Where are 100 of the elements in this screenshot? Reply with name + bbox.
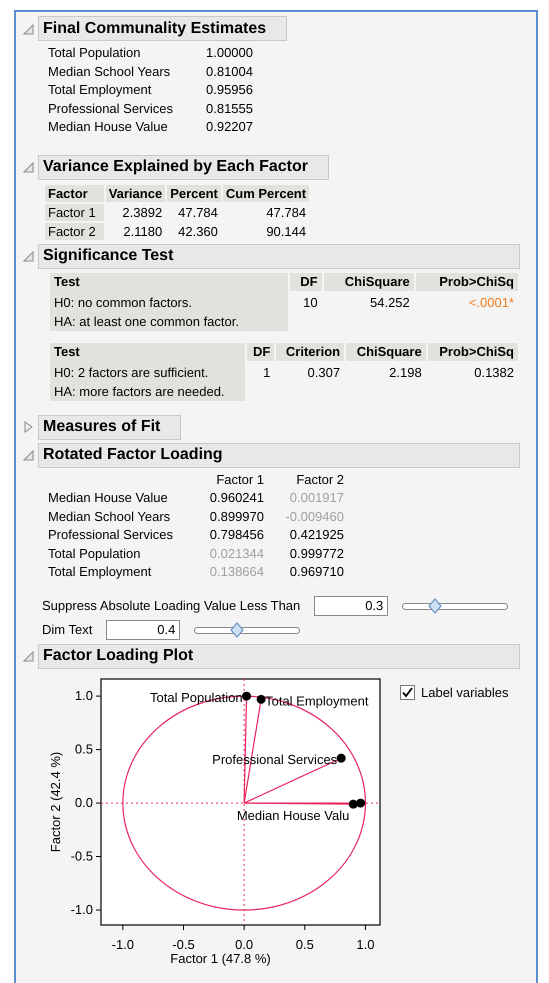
tick-label: -0.5 bbox=[70, 848, 93, 864]
column-header: Factor 1 bbox=[216, 470, 264, 488]
column-header: Prob>ChiSq bbox=[428, 342, 518, 360]
data-point bbox=[336, 753, 346, 762]
column-header: Cum Percent bbox=[222, 184, 310, 202]
value-field[interactable]: 0.4 bbox=[106, 620, 180, 640]
section-header[interactable]: Significance Test bbox=[38, 244, 520, 268]
tick-label: -1.0 bbox=[70, 902, 93, 917]
table-cell: 10 bbox=[303, 294, 318, 310]
expanded-triangle-icon[interactable] bbox=[22, 250, 34, 262]
table-cell: 0.1382 bbox=[474, 364, 514, 380]
loading-value: 0.001917 bbox=[290, 489, 344, 507]
column-header: DF bbox=[246, 342, 274, 360]
loading-value: 0.798456 bbox=[210, 526, 264, 544]
hypothesis-text: HA: at least one common factor. bbox=[54, 312, 240, 330]
check-icon bbox=[402, 686, 413, 698]
table-cell: 2.198 bbox=[389, 364, 422, 380]
table-cell-text: 47.784 bbox=[265, 204, 308, 220]
variable-label: Professional Services bbox=[48, 526, 174, 544]
loading-value: 0.421925 bbox=[290, 526, 344, 544]
checkbox-label: Label variables bbox=[421, 684, 508, 700]
data-point bbox=[256, 694, 266, 704]
tick-label: 1.0 bbox=[356, 936, 374, 952]
column-header: Test bbox=[50, 342, 245, 360]
data-point bbox=[356, 798, 366, 808]
row-header: Factor 2 bbox=[45, 222, 104, 240]
variable-label: Total Employment bbox=[48, 563, 152, 581]
estimate-value: 0.81555 bbox=[206, 100, 253, 118]
column-header: Factor 2 bbox=[296, 470, 344, 488]
expanded-triangle-icon[interactable] bbox=[22, 161, 34, 173]
data-point bbox=[348, 799, 358, 808]
column-header: Criterion bbox=[276, 342, 344, 360]
column-header: DF bbox=[290, 272, 322, 290]
column-header: Factor bbox=[45, 184, 104, 202]
table-cell-text: 90.144 bbox=[265, 222, 308, 240]
estimate-value: 0.92207 bbox=[206, 118, 253, 136]
variable-label: Total Population bbox=[48, 44, 142, 62]
table-cell: 0.307 bbox=[308, 364, 340, 380]
estimate-value: 1.00000 bbox=[206, 44, 253, 62]
table-cell-text: 42.360 bbox=[177, 222, 219, 240]
column-header: Prob>ChiSq bbox=[416, 272, 518, 290]
variable-label: Median House Value bbox=[48, 118, 169, 136]
table-cell-text: 2.1180 bbox=[122, 222, 164, 240]
section-header[interactable]: Final Communality Estimates bbox=[38, 16, 288, 41]
variable-label: Total Population bbox=[48, 544, 142, 563]
estimate-value: 0.95956 bbox=[206, 81, 253, 99]
table-cell-text: 2.3892 bbox=[121, 204, 164, 220]
variable-label: Median School Years bbox=[48, 508, 172, 526]
hypothesis-text: H0: 2 factors are sufficient. bbox=[54, 364, 210, 382]
checkbox[interactable] bbox=[400, 684, 415, 700]
expanded-triangle-icon[interactable] bbox=[22, 650, 34, 662]
section-header[interactable]: Measures of Fit bbox=[38, 414, 182, 440]
section-header[interactable]: Factor Loading Plot bbox=[38, 644, 520, 668]
tick-label: 0.0 bbox=[235, 936, 254, 952]
hypothesis-text: H0: no common factors. bbox=[54, 294, 193, 312]
slider-thumb[interactable] bbox=[428, 598, 442, 614]
tick-label: 1.0 bbox=[74, 688, 93, 703]
variable-label: Total Population bbox=[150, 690, 243, 705]
control-label: Dim Text bbox=[42, 620, 92, 639]
tick-label: 0.0 bbox=[74, 794, 93, 810]
data-point bbox=[242, 691, 252, 700]
collapsed-triangle-icon[interactable] bbox=[22, 421, 34, 433]
tick-label: 0.5 bbox=[74, 741, 93, 756]
slider[interactable] bbox=[194, 622, 300, 638]
axis-title: Factor 1 (47.8 %) bbox=[170, 950, 271, 966]
column-header: Test bbox=[50, 272, 288, 290]
column-header: ChiSquare bbox=[324, 272, 414, 290]
tick-label: -1.0 bbox=[112, 936, 134, 952]
axis-title: Factor 2 (42.4 %) bbox=[48, 751, 63, 852]
loading-value: 0.021344 bbox=[210, 544, 264, 562]
loading-value: -0.009460 bbox=[285, 508, 344, 526]
loading-value: 0.960241 bbox=[210, 489, 264, 507]
column-header: ChiSquare bbox=[346, 342, 426, 360]
table-cell: 1 bbox=[263, 364, 270, 380]
column-header: Percent bbox=[167, 184, 221, 202]
variable-label: Median School Years bbox=[48, 62, 172, 80]
tick-label: 0.5 bbox=[296, 936, 314, 952]
control-label: Suppress Absolute Loading Value Less Than bbox=[42, 596, 300, 615]
variable-label: Total Employment bbox=[48, 81, 152, 99]
expanded-triangle-icon[interactable] bbox=[22, 22, 34, 34]
table-cell: <.0001* bbox=[468, 294, 514, 310]
hypothesis-text: HA: more factors are needed. bbox=[54, 382, 226, 400]
loading-value: 0.899970 bbox=[210, 508, 264, 526]
slider[interactable] bbox=[402, 598, 508, 614]
estimate-value: 0.81004 bbox=[206, 62, 253, 80]
slider-thumb[interactable] bbox=[230, 622, 244, 638]
section-header[interactable]: Variance Explained by Each Factor bbox=[38, 154, 329, 180]
loading-value: 0.969710 bbox=[290, 563, 344, 581]
variable-label: Professional Services bbox=[48, 100, 174, 118]
expanded-triangle-icon[interactable] bbox=[22, 449, 34, 461]
row-header: Factor 1 bbox=[45, 204, 104, 220]
value-field[interactable]: 0.3 bbox=[314, 596, 388, 616]
loading-value: 0.138664 bbox=[210, 563, 264, 581]
column-header: Variance bbox=[106, 184, 166, 202]
tick-label: -0.5 bbox=[172, 936, 195, 952]
loading-value: 0.999772 bbox=[290, 544, 344, 562]
section-header[interactable]: Rotated Factor Loading bbox=[38, 442, 520, 468]
variable-label: Median House Value bbox=[48, 489, 169, 507]
variable-label: Median House Valu bbox=[236, 808, 350, 823]
table-cell-text: 47.784 bbox=[177, 204, 219, 220]
